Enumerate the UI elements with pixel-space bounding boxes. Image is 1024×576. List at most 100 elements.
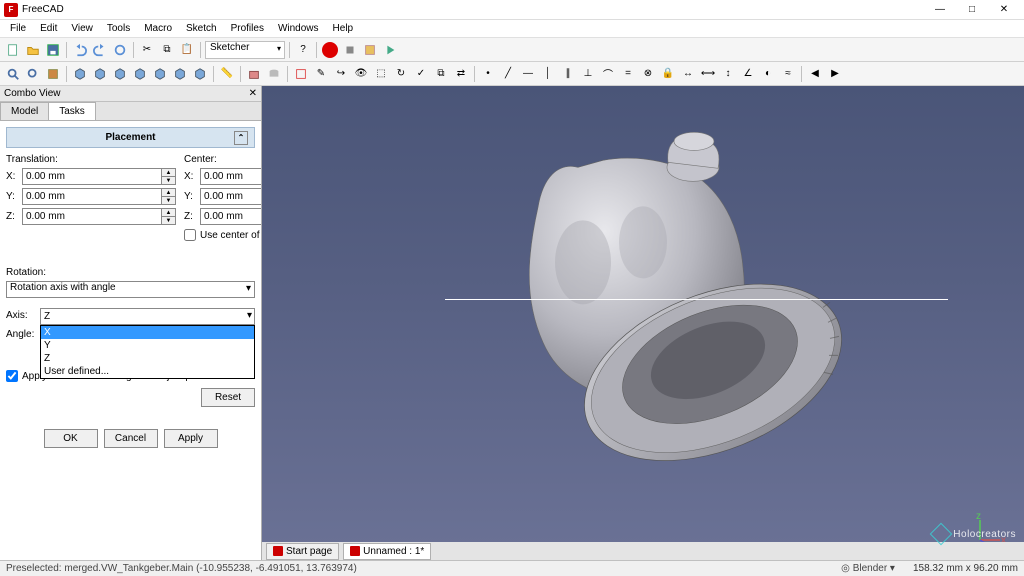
menu-macro[interactable]: Macro xyxy=(138,21,178,36)
save-icon[interactable] xyxy=(44,41,62,59)
sketch-validate-icon[interactable]: ✓ xyxy=(412,65,430,83)
constraint-distv-icon[interactable]: ↕ xyxy=(719,65,737,83)
status-preselect: Preselected: merged.VW_Tankgeber.Main (-… xyxy=(6,563,823,574)
constraint-horiz-icon[interactable]: — xyxy=(519,65,537,83)
constraint-perp-icon[interactable]: ⊥ xyxy=(579,65,597,83)
constraint-snell-icon[interactable]: ≈ xyxy=(779,65,797,83)
y-label: Y: xyxy=(6,191,22,202)
doc-tab-unnamed[interactable]: Unnamed : 1* xyxy=(343,543,431,560)
paste-icon[interactable]: 📋 xyxy=(178,41,196,59)
nav-right-icon[interactable]: ▶ xyxy=(826,65,844,83)
whats-this-icon[interactable]: ? xyxy=(294,41,312,59)
view-rear-icon[interactable] xyxy=(151,65,169,83)
sketch-view-icon[interactable]: 👁 xyxy=(352,65,370,83)
redo-icon[interactable] xyxy=(91,41,109,59)
combo-close-icon[interactable]: ✕ xyxy=(249,88,257,99)
view-left-icon[interactable] xyxy=(191,65,209,83)
sketch-mirror-icon[interactable]: ⇄ xyxy=(452,65,470,83)
constraint-rad-icon[interactable]: ◐ xyxy=(759,65,777,83)
menu-view[interactable]: View xyxy=(65,21,99,36)
doc-tab-start[interactable]: Start page xyxy=(266,543,339,560)
menu-tools[interactable]: Tools xyxy=(101,21,136,36)
sketch-edit-icon[interactable]: ✎ xyxy=(312,65,330,83)
tab-tasks[interactable]: Tasks xyxy=(48,102,96,120)
tab-model[interactable]: Model xyxy=(0,102,49,120)
view-front-icon[interactable] xyxy=(91,65,109,83)
translation-z-input[interactable]: ▲▼ xyxy=(22,208,176,225)
translation-y-input[interactable]: ▲▼ xyxy=(22,188,176,205)
menu-windows[interactable]: Windows xyxy=(272,21,325,36)
constraint-disth-icon[interactable]: ⟷ xyxy=(699,65,717,83)
close-button[interactable]: ✕ xyxy=(988,1,1020,19)
macro-stop-icon[interactable] xyxy=(341,41,359,59)
axis-option-x[interactable]: X xyxy=(41,326,254,339)
view-right-icon[interactable] xyxy=(131,65,149,83)
measure-icon[interactable]: 📏 xyxy=(218,65,236,83)
combo-view: Combo View ✕ Model Tasks Placement ⌃ Tra… xyxy=(0,86,262,560)
sketch-map-icon[interactable]: ⬚ xyxy=(372,65,390,83)
viewport-3d[interactable]: z x Start page Unnamed : 1* Holocreators xyxy=(262,86,1024,560)
constraint-line-icon[interactable]: ╱ xyxy=(499,65,517,83)
new-file-icon[interactable] xyxy=(4,41,22,59)
apply-button[interactable]: Apply xyxy=(164,429,218,448)
menu-profiles[interactable]: Profiles xyxy=(225,21,270,36)
axis-option-z[interactable]: Z xyxy=(41,352,254,365)
draw-style-icon[interactable] xyxy=(44,65,62,83)
constraint-vert-icon[interactable]: │ xyxy=(539,65,557,83)
part-box-icon[interactable] xyxy=(245,65,263,83)
view-top-icon[interactable] xyxy=(111,65,129,83)
reset-button[interactable]: Reset xyxy=(201,388,255,407)
constraint-equal-icon[interactable]: = xyxy=(619,65,637,83)
axis-select[interactable]: Z X Y Z User defined... xyxy=(40,308,255,325)
constraint-tangent-icon[interactable]: ⌒ xyxy=(599,65,617,83)
center-x-input[interactable]: ▲▼ xyxy=(200,168,261,185)
status-dimensions: 158.32 mm x 96.20 mm xyxy=(913,563,1018,574)
sketch-reorient-icon[interactable]: ↻ xyxy=(392,65,410,83)
ok-button[interactable]: OK xyxy=(44,429,98,448)
maximize-button[interactable]: □ xyxy=(956,1,988,19)
translation-x-input[interactable]: ▲▼ xyxy=(22,168,176,185)
view-iso-icon[interactable] xyxy=(71,65,89,83)
fit-selection-icon[interactable] xyxy=(24,65,42,83)
placement-header: Placement ⌃ xyxy=(6,127,255,148)
menu-sketch[interactable]: Sketch xyxy=(180,21,223,36)
menu-edit[interactable]: Edit xyxy=(34,21,63,36)
rotation-label: Rotation: xyxy=(6,267,255,278)
workbench-select[interactable]: Sketcher xyxy=(205,41,285,59)
nav-style-select[interactable]: ◎ Blender ▾ xyxy=(841,563,895,574)
constraint-angle-icon[interactable]: ∠ xyxy=(739,65,757,83)
constraint-parallel-icon[interactable]: ∥ xyxy=(559,65,577,83)
sketch-leave-icon[interactable]: ↪ xyxy=(332,65,350,83)
part-cyl-icon[interactable] xyxy=(265,65,283,83)
axis-label: Axis: xyxy=(6,308,40,321)
use-center-mass-checkbox[interactable]: Use center of mass xyxy=(184,229,261,241)
constraint-block-icon[interactable]: 🔒 xyxy=(659,65,677,83)
collapse-icon[interactable]: ⌃ xyxy=(234,131,248,145)
open-file-icon[interactable] xyxy=(24,41,42,59)
rotation-mode-select[interactable]: Rotation axis with angle xyxy=(6,281,255,298)
axis-option-y[interactable]: Y xyxy=(41,339,254,352)
cancel-button[interactable]: Cancel xyxy=(104,429,158,448)
macro-play-icon[interactable] xyxy=(381,41,399,59)
nav-left-icon[interactable]: ◀ xyxy=(806,65,824,83)
macro-list-icon[interactable] xyxy=(361,41,379,59)
constraint-sym-icon[interactable]: ⊗ xyxy=(639,65,657,83)
copy-icon[interactable]: ⧉ xyxy=(158,41,176,59)
watermark: Holocreators xyxy=(933,526,1016,542)
fit-all-icon[interactable] xyxy=(4,65,22,83)
undo-icon[interactable] xyxy=(71,41,89,59)
axis-option-user[interactable]: User defined... xyxy=(41,365,254,378)
macro-record-icon[interactable] xyxy=(321,41,339,59)
sketch-merge-icon[interactable]: ⧉ xyxy=(432,65,450,83)
sketch-new-icon[interactable] xyxy=(292,65,310,83)
constraint-point-icon[interactable]: • xyxy=(479,65,497,83)
menu-help[interactable]: Help xyxy=(327,21,360,36)
center-y-input[interactable]: ▲▼ xyxy=(200,188,261,205)
constraint-dist-icon[interactable]: ↔ xyxy=(679,65,697,83)
center-z-input[interactable]: ▲▼ xyxy=(200,208,261,225)
refresh-icon[interactable] xyxy=(111,41,129,59)
menu-file[interactable]: File xyxy=(4,21,32,36)
cut-icon[interactable]: ✂ xyxy=(138,41,156,59)
minimize-button[interactable]: — xyxy=(924,1,956,19)
view-bottom-icon[interactable] xyxy=(171,65,189,83)
